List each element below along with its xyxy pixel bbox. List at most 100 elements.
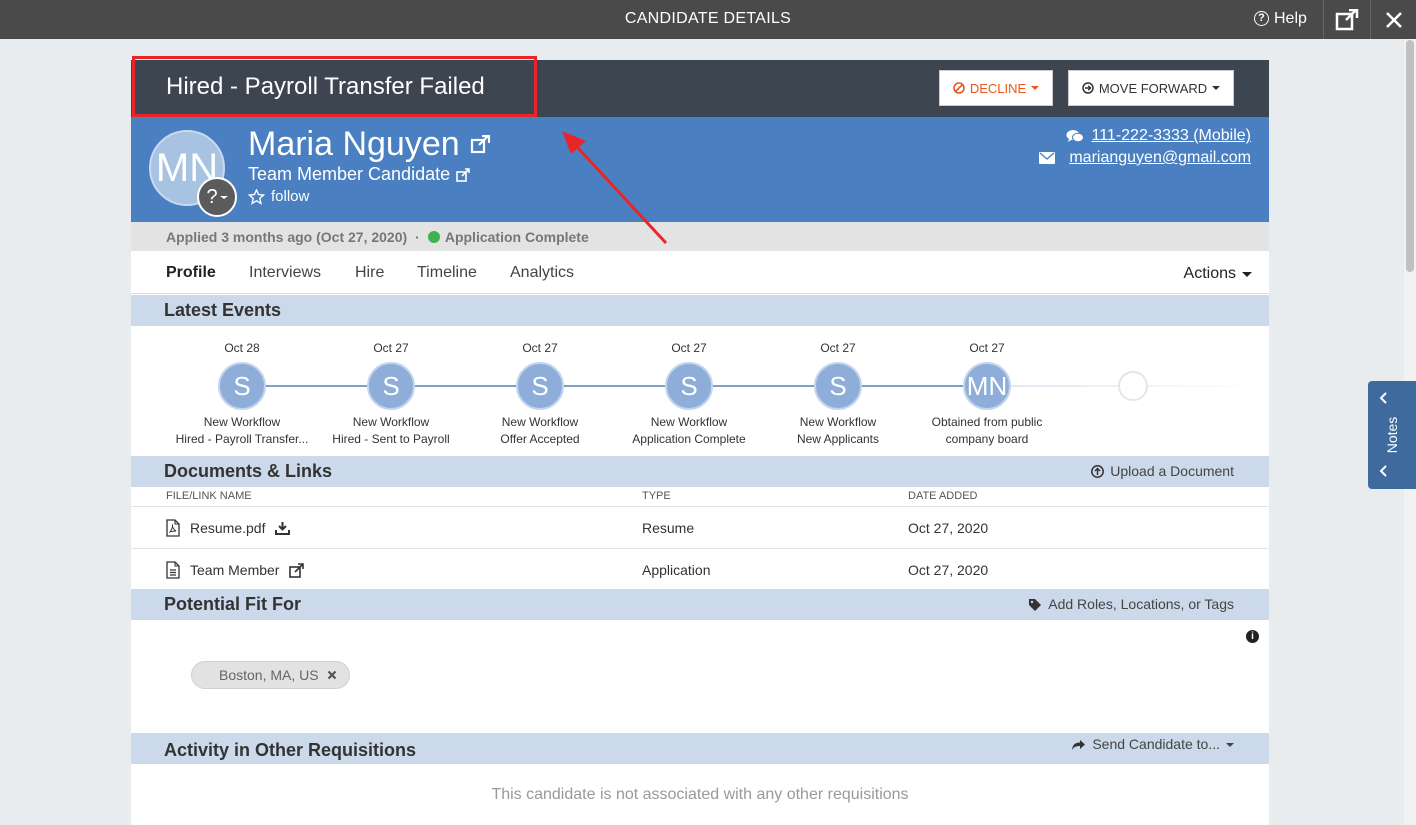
- email-link[interactable]: marianguyen@gmail.com: [1039, 149, 1251, 167]
- avatar-badge: ?: [206, 185, 218, 208]
- remove-tag-icon[interactable]: [327, 670, 337, 680]
- upload-icon: [1091, 465, 1105, 478]
- event-date: Oct 27: [373, 341, 409, 355]
- share-icon: [1072, 739, 1086, 750]
- tab-timeline[interactable]: Timeline: [417, 251, 477, 295]
- other-requisitions-header: Activity in Other Requisitions Send Cand…: [131, 733, 1269, 764]
- upload-document-button[interactable]: Upload a Document: [1091, 456, 1234, 487]
- scrollbar-thumb[interactable]: [1406, 40, 1414, 272]
- file-name-link[interactable]: Resume.pdf: [190, 507, 265, 549]
- events-timeline: Oct 28 S New Workflow Hired - Payroll Tr…: [131, 325, 1269, 456]
- event-title: New Workflow: [352, 415, 430, 429]
- candidate-name: Maria Nguyen: [248, 125, 460, 163]
- event-detail: New Applicants: [796, 432, 880, 446]
- follow-button[interactable]: follow: [248, 188, 309, 205]
- star-icon: [248, 188, 265, 205]
- help-button[interactable]: ? Help: [1254, 0, 1307, 37]
- help-label: Help: [1274, 10, 1307, 27]
- pdf-file-icon: [166, 519, 180, 537]
- section-title: Potential Fit For: [164, 594, 301, 614]
- section-title: Latest Events: [164, 300, 282, 320]
- event-detail: Offer Accepted: [500, 432, 580, 446]
- caret-down-icon: [219, 195, 228, 199]
- external-link-icon[interactable]: [289, 562, 305, 578]
- window-title: CANDIDATE DETAILS: [624, 10, 792, 27]
- event-date: Oct 27: [671, 341, 707, 355]
- event-date: Oct 28: [224, 341, 260, 355]
- section-title: Documents & Links: [164, 461, 333, 481]
- tab-interviews[interactable]: Interviews: [249, 251, 321, 295]
- table-row: Resume.pdf Resume Oct 27, 2020: [131, 506, 1269, 548]
- candidate-email: marianguyen@gmail.com: [1069, 149, 1251, 166]
- date-added: Oct 27, 2020: [908, 520, 989, 536]
- download-icon[interactable]: [275, 521, 291, 535]
- decline-button[interactable]: DECLINE: [939, 70, 1053, 106]
- arrow-circle-right-icon: [1082, 82, 1094, 94]
- caret-down-icon: [1212, 86, 1221, 90]
- external-link-icon: [456, 167, 470, 182]
- potential-fit-header: Potential Fit For Add Roles, Locations, …: [131, 589, 1269, 620]
- event-avatar[interactable]: S: [665, 362, 713, 410]
- date-added: Oct 27, 2020: [908, 562, 989, 578]
- chat-icon: [1066, 129, 1084, 142]
- status-header: Hired - Payroll Transfer Failed DECLINE …: [131, 60, 1269, 117]
- event-detail: company board: [945, 432, 1029, 446]
- empty-state-message: This candidate is not associated with an…: [491, 786, 909, 803]
- candidate-role: Team Member Candidate: [248, 164, 451, 184]
- candidate-name-link[interactable]: Maria Nguyen: [248, 125, 490, 164]
- event-title: New Workflow: [203, 415, 281, 429]
- external-link-icon: [1335, 8, 1358, 30]
- close-button[interactable]: [1370, 0, 1416, 39]
- send-candidate-dropdown[interactable]: Send Candidate to...: [1071, 729, 1234, 760]
- notes-side-tab[interactable]: Notes: [1368, 381, 1416, 489]
- event-title: Obtained from public: [931, 415, 1043, 429]
- actions-dropdown[interactable]: Actions: [1184, 251, 1252, 297]
- event-avatar[interactable]: S: [218, 362, 266, 410]
- event-date: Oct 27: [820, 341, 856, 355]
- file-type: Application: [642, 562, 711, 578]
- tab-analytics[interactable]: Analytics: [510, 251, 574, 295]
- actions-label: Actions: [1183, 265, 1236, 282]
- candidate-profile-header: MN ? Maria Nguyen Team Member Candidate …: [131, 117, 1269, 222]
- file-name-link[interactable]: Team Member: [190, 549, 279, 591]
- event-detail: Hired - Sent to Payroll: [332, 432, 450, 446]
- close-icon: [1385, 11, 1402, 28]
- latest-events-header: Latest Events: [131, 295, 1269, 326]
- add-roles-label: Add Roles, Locations, or Tags: [1048, 596, 1234, 612]
- column-header: TYPE: [642, 490, 671, 502]
- event-title: New Workflow: [799, 415, 877, 429]
- chevron-left-icon: [1379, 465, 1387, 477]
- avatar-status-dropdown[interactable]: ?: [197, 177, 237, 217]
- event-avatar[interactable]: S: [367, 362, 415, 410]
- event-date: Oct 27: [969, 341, 1005, 355]
- candidate-panel: Hired - Payroll Transfer Failed DECLINE …: [131, 60, 1269, 825]
- move-forward-button[interactable]: MOVE FORWARD: [1068, 70, 1234, 106]
- top-bar: CANDIDATE DETAILS ? Help: [0, 0, 1416, 39]
- ban-icon: [953, 82, 965, 94]
- caret-down-icon: [1242, 271, 1252, 277]
- event-avatar[interactable]: S: [814, 362, 862, 410]
- info-icon[interactable]: i: [1246, 630, 1259, 643]
- phone-link[interactable]: 111-222-3333 (Mobile): [1066, 127, 1252, 145]
- caret-down-icon: [1226, 742, 1234, 747]
- caret-down-icon: [1031, 86, 1040, 90]
- notes-label: Notes: [1384, 416, 1400, 454]
- question-circle-icon: ?: [1254, 11, 1269, 26]
- event-avatar[interactable]: MN: [963, 362, 1011, 410]
- candidate-phone: 111-222-3333 (Mobile): [1091, 127, 1252, 144]
- location-tag: Boston, MA, US: [191, 661, 350, 689]
- applied-date: Applied 3 months ago (Oct 27, 2020): [166, 228, 408, 245]
- separator: ·: [415, 228, 420, 245]
- event-avatar[interactable]: S: [516, 362, 564, 410]
- tab-hire[interactable]: Hire: [355, 251, 384, 295]
- event-detail: Application Complete: [632, 432, 746, 446]
- column-header: DATE ADDED: [908, 490, 978, 502]
- add-roles-button[interactable]: Add Roles, Locations, or Tags: [1028, 589, 1234, 620]
- document-icon: [166, 561, 180, 579]
- tab-profile[interactable]: Profile: [166, 251, 216, 295]
- popout-button[interactable]: [1323, 0, 1369, 39]
- envelope-icon: [1039, 152, 1056, 164]
- column-header: FILE/LINK NAME: [166, 490, 252, 502]
- candidate-role-link[interactable]: Team Member Candidate: [248, 164, 470, 185]
- move-forward-label: MOVE FORWARD: [1098, 80, 1208, 96]
